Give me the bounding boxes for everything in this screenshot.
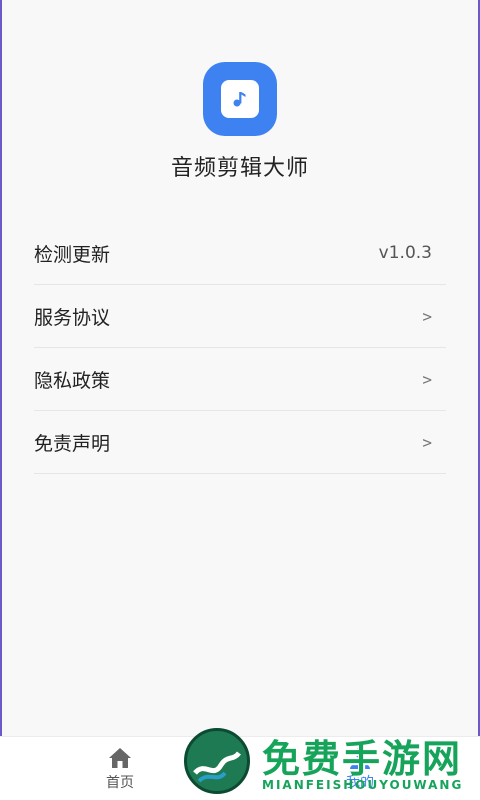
tab-home-label: 首页 xyxy=(106,775,134,791)
app-title: 音频剪辑大师 xyxy=(170,156,309,181)
service-agreement-label: 服务协议 xyxy=(34,306,111,329)
check-update-row[interactable]: 检测更新 v1.0.3 xyxy=(34,222,446,285)
app-logo xyxy=(203,62,277,136)
music-note-icon xyxy=(221,80,259,118)
service-agreement-row[interactable]: 服务协议 > xyxy=(34,285,446,348)
check-update-label: 检测更新 xyxy=(34,243,111,266)
version-value: v1.0.3 xyxy=(378,243,432,263)
chevron-right-icon: > xyxy=(422,369,432,389)
chevron-right-icon: > xyxy=(422,432,432,452)
tab-mine-label: 我的 xyxy=(346,775,374,791)
disclaimer-label: 免责声明 xyxy=(34,432,111,455)
chevron-right-icon: > xyxy=(422,306,432,326)
window-frame-left xyxy=(0,0,2,800)
bottom-tab-bar: 首页 我的 xyxy=(0,736,480,800)
privacy-policy-label: 隐私政策 xyxy=(34,369,111,392)
settings-menu: 检测更新 v1.0.3 服务协议 > 隐私政策 > 免责声明 > xyxy=(34,222,446,474)
disclaimer-row[interactable]: 免责声明 > xyxy=(34,411,446,474)
home-icon xyxy=(109,748,131,768)
privacy-policy-row[interactable]: 隐私政策 > xyxy=(34,348,446,411)
tab-mine[interactable]: 我的 xyxy=(320,737,400,800)
tab-home[interactable]: 首页 xyxy=(80,737,160,800)
person-icon xyxy=(350,748,370,769)
